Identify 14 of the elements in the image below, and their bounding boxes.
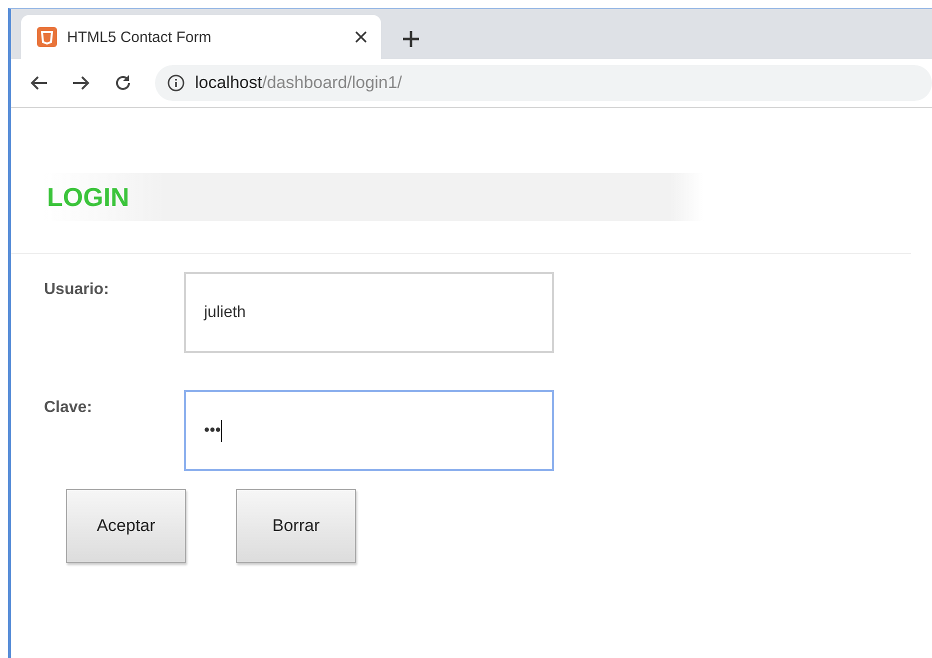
field-label: Usuario: [44, 280, 110, 300]
browser-tab[interactable]: HTML5 Contact Form [21, 15, 381, 59]
input-field[interactable]: ••• [184, 390, 554, 471]
form-button[interactable]: Aceptar [66, 489, 186, 563]
address-bar[interactable]: localhost/dashboard/login1/ [155, 65, 932, 101]
close-icon[interactable] [355, 31, 367, 43]
login-heading: LOGIN [46, 182, 130, 212]
reload-icon[interactable] [113, 73, 133, 93]
html5-logo-icon [37, 27, 57, 47]
info-icon[interactable] [167, 74, 185, 92]
field-label: Clave: [44, 398, 94, 418]
form-button[interactable]: Borrar [236, 489, 356, 563]
url-text: localhost/dashboard/login1/ [195, 73, 402, 93]
input-field[interactable]: julieth [184, 272, 554, 353]
